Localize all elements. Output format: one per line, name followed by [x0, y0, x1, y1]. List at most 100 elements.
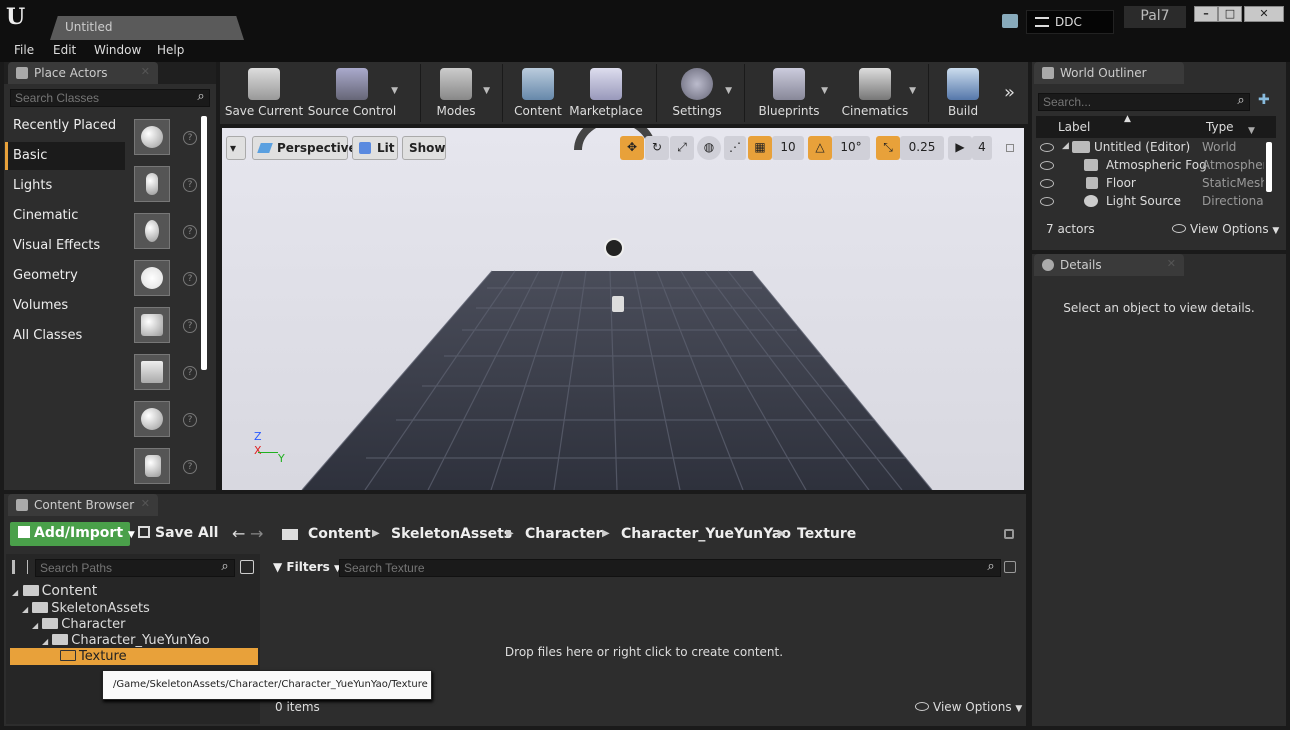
place-actors-scrollbar[interactable] [201, 116, 207, 370]
actor-thumb-cube[interactable] [134, 354, 170, 390]
lit-button[interactable]: Lit [352, 136, 398, 160]
surface-snap-icon[interactable]: ⋰ [724, 136, 746, 160]
camera-speed-icon[interactable]: ▶ [948, 136, 972, 160]
search-texture-input[interactable] [339, 559, 1001, 577]
help-icon[interactable]: ? [183, 366, 197, 380]
modes-button[interactable]: Modes ▼ [422, 66, 490, 122]
search-icon[interactable]: ⌕ [1232, 93, 1250, 111]
visibility-eye-icon[interactable] [1040, 161, 1054, 170]
level-viewport[interactable] [222, 128, 1024, 490]
search-icon[interactable]: ⌕ [192, 89, 210, 107]
tree-item[interactable]: ◢ Character_YueYunYao [42, 633, 210, 648]
category-all-classes[interactable]: All Classes [5, 322, 125, 350]
source-control-button[interactable]: Source Control ▼ [306, 66, 398, 122]
outliner-view-options[interactable]: View Options ▼ [1172, 222, 1279, 236]
scale-snap-value[interactable]: 0.25 [900, 136, 944, 160]
help-icon[interactable]: ? [183, 460, 197, 474]
breadcrumb-item[interactable]: Texture [797, 526, 856, 542]
minimize-button[interactable]: – [1194, 6, 1218, 22]
category-volumes[interactable]: Volumes [5, 292, 125, 320]
outliner-scrollbar[interactable] [1266, 142, 1272, 192]
actor-thumb-pawn[interactable] [134, 213, 170, 249]
camera-speed-value[interactable]: 4 [972, 136, 992, 160]
maximize-button[interactable]: □ [1218, 6, 1242, 22]
tab-place-actors[interactable]: Place Actors ✕ [8, 62, 158, 84]
breadcrumb-arrow-icon[interactable]: ▶ [506, 528, 514, 539]
actor-thumb-cylinder[interactable] [134, 448, 170, 484]
category-basic[interactable]: Basic [5, 142, 125, 170]
close-icon[interactable]: ✕ [141, 65, 150, 78]
outliner-row[interactable]: Floor StaticMesh [1036, 175, 1266, 193]
translate-tool-icon[interactable]: ✥ [620, 136, 644, 160]
visibility-eye-icon[interactable] [1040, 179, 1054, 188]
ddc-indicator[interactable]: DDC [1026, 10, 1114, 34]
rotate-tool-icon[interactable]: ↻ [645, 136, 669, 160]
search-icon[interactable]: ⌕ [216, 559, 234, 577]
close-button[interactable]: ✕ [1244, 6, 1284, 22]
category-cinematic[interactable]: Cinematic [5, 202, 125, 230]
tree-item-selected[interactable] [10, 648, 258, 665]
category-geometry[interactable]: Geometry [5, 262, 125, 290]
back-arrow-icon[interactable]: ← [232, 524, 245, 543]
search-classes-input[interactable] [10, 89, 210, 107]
tab-content-browser[interactable]: Content Browser ✕ [8, 494, 158, 516]
lock-icon[interactable] [1004, 529, 1014, 539]
show-button[interactable]: Show [402, 136, 446, 160]
save-all-button[interactable]: Save All [138, 525, 218, 541]
grid-snap-value[interactable]: 10 [772, 136, 804, 160]
blueprints-button[interactable]: Blueprints ▼ [750, 66, 828, 122]
visibility-eye-icon[interactable] [1040, 143, 1054, 152]
add-actor-icon[interactable]: ✚ [1258, 92, 1270, 108]
expand-arrow-icon[interactable]: ◢ [1062, 141, 1069, 151]
tree-item[interactable]: ◢ Content [12, 583, 97, 599]
breadcrumb-item[interactable]: Character [525, 526, 602, 542]
category-recently-placed[interactable]: Recently Placed [5, 112, 125, 140]
tree-item[interactable]: ◢ Character [32, 617, 125, 632]
help-icon[interactable]: ? [183, 413, 197, 427]
document-tab[interactable]: Untitled [50, 16, 244, 40]
breadcrumb-arrow-icon[interactable]: ▶ [602, 528, 610, 539]
content-button[interactable]: Content [506, 66, 570, 122]
outliner-row[interactable]: ◢ Untitled (Editor) World [1036, 139, 1266, 157]
filters-button[interactable]: ▼ Filters ▼ [273, 560, 341, 574]
category-lights[interactable]: Lights [5, 172, 125, 200]
help-icon[interactable]: ? [183, 178, 197, 192]
outliner-row[interactable]: Light Source Directional [1036, 193, 1266, 211]
breadcrumb-item[interactable]: Character_YueYunYao [621, 526, 791, 542]
marketplace-button[interactable]: Marketplace [568, 66, 644, 122]
sources-toggle-icon[interactable] [12, 560, 28, 574]
build-button[interactable]: Build [934, 66, 992, 122]
close-icon[interactable]: ✕ [141, 497, 150, 510]
forward-arrow-icon[interactable]: → [250, 524, 263, 543]
search-icon[interactable]: ⌕ [982, 559, 1000, 577]
add-import-button[interactable]: Add/Import ▼ [10, 522, 135, 546]
visibility-eye-icon[interactable] [1040, 197, 1054, 206]
actor-thumb-empty-actor[interactable] [134, 119, 170, 155]
unreal-logo-icon[interactable]: U [6, 4, 30, 32]
scale-snap-icon[interactable]: ⤡ [876, 136, 900, 160]
actor-thumb-point-light[interactable] [134, 260, 170, 296]
outliner-row[interactable]: Atmospheric Fog Atmospher [1036, 157, 1266, 175]
feedback-icon[interactable] [1002, 14, 1018, 28]
scale-tool-icon[interactable]: ⤢ [670, 136, 694, 160]
menu-window[interactable]: Window [94, 43, 141, 57]
actor-thumb-sphere[interactable] [134, 401, 170, 437]
tree-item[interactable]: Texture [60, 649, 127, 664]
breadcrumb-arrow-icon[interactable]: ▶ [372, 528, 380, 539]
save-current-button[interactable]: Save Current [222, 66, 306, 122]
label-column-header[interactable]: Label [1058, 120, 1090, 134]
save-search-icon[interactable] [1004, 561, 1016, 573]
world-local-icon[interactable]: ◍ [697, 136, 721, 160]
tab-details[interactable]: Details ✕ [1034, 254, 1184, 276]
rotation-snap-value[interactable]: 10° [832, 136, 870, 160]
type-column-header[interactable]: Type [1206, 120, 1234, 134]
menu-help[interactable]: Help [157, 43, 184, 57]
breadcrumb-arrow-icon[interactable]: ▶ [778, 528, 786, 539]
help-icon[interactable]: ? [183, 272, 197, 286]
actor-thumb-player-start[interactable] [134, 307, 170, 343]
breadcrumb-item[interactable]: SkeletonAssets [391, 526, 512, 542]
maximize-viewport-icon[interactable] [1006, 144, 1014, 152]
help-icon[interactable]: ? [183, 225, 197, 239]
outliner-search-input[interactable] [1038, 93, 1250, 111]
actor-thumb-character[interactable] [134, 166, 170, 202]
